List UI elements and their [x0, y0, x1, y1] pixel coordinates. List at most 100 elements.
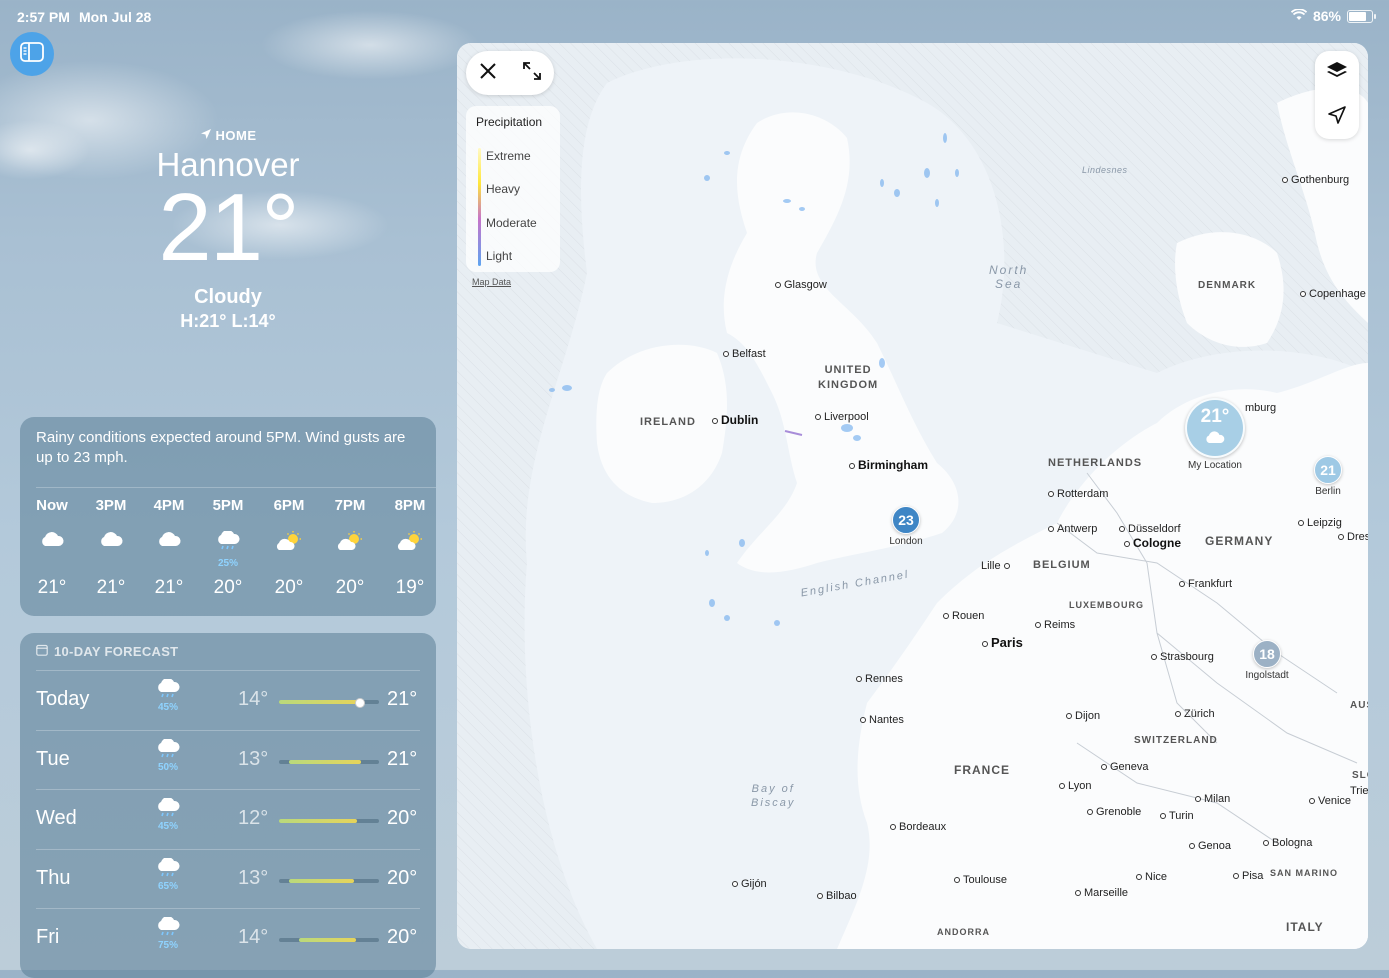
- city-copenhagen[interactable]: Copenhage: [1300, 288, 1366, 300]
- place-label-lindesnes: Lindesnes: [1082, 165, 1128, 175]
- city-milan[interactable]: Milan: [1195, 793, 1230, 805]
- city-geneva[interactable]: Geneva: [1101, 761, 1149, 773]
- temperature-range-bar: [279, 938, 379, 942]
- city-hamburg[interactable]: mburg: [1245, 402, 1276, 414]
- precip-chance: 45%: [157, 702, 178, 713]
- map-controls-left: [466, 51, 554, 95]
- city-dot: [1300, 291, 1306, 298]
- city-marseille[interactable]: Marseille: [1075, 887, 1128, 899]
- city-dot: [1048, 526, 1054, 533]
- rain-icon: 50%: [148, 737, 188, 773]
- close-map-button[interactable]: [476, 61, 500, 85]
- city-name: Lyon: [1068, 780, 1092, 792]
- city-name: Genoa: [1198, 840, 1232, 852]
- city-pisa[interactable]: Pisa: [1233, 870, 1263, 882]
- city-paris[interactable]: Paris: [982, 635, 1023, 650]
- ingolstadt-pin[interactable]: 18 Ingolstadt: [1242, 640, 1292, 681]
- day-row[interactable]: Wed 45% 12° 20°: [36, 789, 420, 849]
- city-leipzig[interactable]: Leipzig: [1298, 517, 1342, 529]
- city-bordeaux[interactable]: Bordeaux: [890, 821, 946, 833]
- map-layers-button[interactable]: [1325, 61, 1349, 85]
- calendar-icon: [36, 644, 48, 659]
- day-row[interactable]: Thu 65% 13° 20°: [36, 848, 420, 909]
- high-temperature: 21°: [387, 747, 418, 770]
- day-row[interactable]: Fri 75% 14° 20°: [36, 908, 420, 968]
- city-rouen[interactable]: Rouen: [943, 610, 984, 622]
- hour-temperature: 20°: [274, 577, 304, 598]
- low-temperature: 14°: [238, 926, 269, 948]
- day-row[interactable]: Tue 50% 13° 21°: [36, 729, 420, 790]
- legend-light: Light: [486, 249, 513, 263]
- city-glasgow[interactable]: Glasgow: [775, 279, 827, 291]
- city-lyon[interactable]: Lyon: [1059, 780, 1091, 792]
- city-genoa[interactable]: Genoa: [1189, 840, 1231, 852]
- expand-map-button[interactable]: [520, 61, 544, 85]
- city-rotterdam[interactable]: Rotterdam: [1048, 488, 1108, 500]
- temperature-range-bar: [279, 878, 379, 883]
- hourly-summary: Rainy conditions expected around 5PM. Wi…: [36, 429, 406, 466]
- city-dublin[interactable]: Dublin: [712, 413, 758, 427]
- ten-day-forecast-card[interactable]: 10-DAY FORECAST Today 45% 14° 21° Tue 50% 13° 2…: [20, 633, 436, 978]
- city-dot: [1160, 813, 1166, 820]
- city-name: Düsseldorf: [1128, 523, 1181, 535]
- city-birmingham[interactable]: Birmingham: [849, 458, 928, 472]
- sidebar-icon: [20, 41, 44, 67]
- city-gothenburg[interactable]: Gothenburg: [1282, 174, 1349, 186]
- pin-bubble: 18: [1253, 640, 1281, 668]
- city-grenoble[interactable]: Grenoble: [1087, 806, 1141, 818]
- pin-label: Ingolstadt: [1245, 670, 1289, 681]
- city-trieste[interactable]: Tries: [1350, 785, 1368, 797]
- city-nice[interactable]: Nice: [1136, 871, 1167, 883]
- city-rennes[interactable]: Rennes: [856, 673, 903, 685]
- precipitation-map[interactable]: UNITED KINGDOM IRELAND NETHERLANDS BELGI…: [457, 43, 1368, 949]
- high-temperature: 20°: [387, 807, 418, 829]
- city-toulouse[interactable]: Toulouse: [954, 874, 1007, 886]
- ten-day-header: 10-DAY FORECAST: [36, 644, 178, 659]
- berlin-pin[interactable]: 21 Berlin: [1308, 456, 1348, 497]
- city-dot: [1189, 843, 1195, 850]
- city-bilbao[interactable]: Bilbao: [817, 890, 857, 902]
- london-pin[interactable]: 23 London: [881, 506, 931, 547]
- city-reims[interactable]: Reims: [1035, 619, 1075, 631]
- map-data-link[interactable]: Map Data: [472, 277, 511, 287]
- battery-percent: 86%: [1312, 8, 1341, 24]
- city-dot: [1151, 654, 1157, 661]
- current-location-button[interactable]: [1325, 105, 1349, 129]
- city-gijon[interactable]: Gijón: [732, 878, 767, 890]
- city-dot: [1048, 491, 1054, 498]
- city-bologna[interactable]: Bologna: [1263, 837, 1312, 849]
- city-dot: [1195, 796, 1201, 803]
- sea-label-north-sea: North Sea: [989, 263, 1029, 291]
- layers-icon: [1326, 60, 1348, 87]
- city-nantes[interactable]: Nantes: [860, 714, 904, 726]
- hourly-forecast-card[interactable]: Rainy conditions expected around 5PM. Wi…: [20, 417, 436, 616]
- city-dresden[interactable]: Dres: [1338, 531, 1368, 543]
- pin-temperature: 23: [898, 512, 914, 528]
- temperature-range-fill: [289, 878, 354, 883]
- status-time: 2:57 PM: [17, 9, 70, 25]
- city-dot: [943, 613, 949, 620]
- city-venice[interactable]: Venice: [1309, 795, 1351, 807]
- city-strasbourg[interactable]: Strasbourg: [1151, 651, 1214, 663]
- city-cologne[interactable]: Cologne: [1124, 536, 1181, 550]
- city-zurich[interactable]: Zürich: [1175, 708, 1215, 720]
- country-label-ireland: IRELAND: [640, 416, 696, 428]
- hour-label: 6PM: [273, 497, 305, 514]
- country-label-france: FRANCE: [954, 763, 1010, 777]
- city-frankfurt[interactable]: Frankfurt: [1179, 578, 1232, 590]
- city-turin[interactable]: Turin: [1160, 810, 1194, 822]
- my-location-pin[interactable]: 21° My Location: [1185, 398, 1245, 471]
- city-dijon[interactable]: Dijon: [1066, 710, 1100, 722]
- city-belfast[interactable]: Belfast: [723, 348, 766, 360]
- country-label-luxembourg: LUXEMBOURG: [1069, 600, 1144, 610]
- city-dot: [1066, 713, 1072, 720]
- sidebar-toggle-button[interactable]: [10, 32, 54, 76]
- city-liverpool[interactable]: Liverpool: [815, 411, 869, 423]
- day-row[interactable]: Today 45% 14° 21°: [36, 670, 420, 730]
- location-arrow-icon: [1327, 105, 1347, 130]
- divider: [36, 487, 436, 488]
- city-name: Toulouse: [963, 874, 1008, 886]
- city-dusseldorf[interactable]: Düsseldorf: [1119, 523, 1181, 535]
- city-antwerp[interactable]: Antwerp: [1048, 523, 1097, 535]
- city-lille[interactable]: Lille: [981, 560, 1013, 572]
